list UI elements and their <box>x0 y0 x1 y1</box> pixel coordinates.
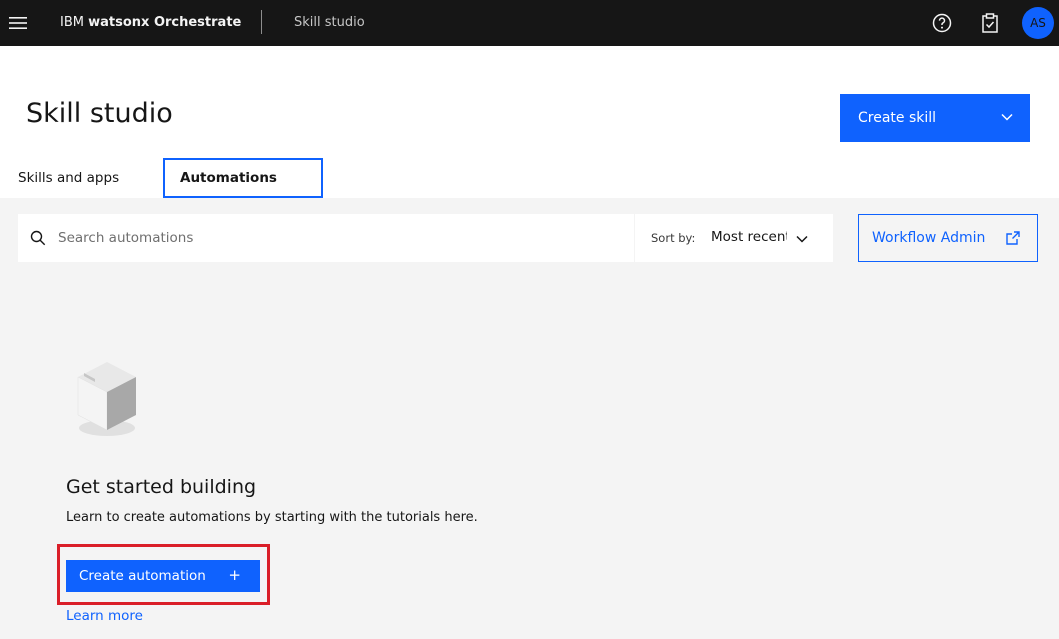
sort-value: Most recent <box>711 229 787 245</box>
empty-state-description: Learn to create automations by starting … <box>66 510 478 525</box>
menu-icon[interactable] <box>0 0 36 46</box>
box-illustration <box>74 360 140 440</box>
tab-skills-and-apps[interactable]: Skills and apps <box>0 158 160 198</box>
user-avatar[interactable]: AS <box>1022 7 1054 39</box>
empty-state-title: Get started building <box>66 476 257 498</box>
learn-more-link[interactable]: Learn more <box>66 608 143 624</box>
sort-dropdown[interactable]: Sort by: Most recent <box>635 214 833 262</box>
chevron-down-icon <box>795 231 809 250</box>
header-divider <box>261 10 262 34</box>
create-automation-label: Create automation <box>79 568 206 584</box>
create-automation-button[interactable]: Create automation + <box>66 560 260 592</box>
plus-icon: + <box>228 566 241 584</box>
create-skill-button[interactable]: Create skill <box>840 94 1030 142</box>
clipboard-check-icon[interactable] <box>974 7 1006 39</box>
chevron-down-icon <box>1000 110 1014 128</box>
page-header: Skill studio Create skill Skills and app… <box>0 46 1059 198</box>
brand-product: watsonx Orchestrate <box>88 15 242 30</box>
brand-ibm: IBM <box>60 15 84 30</box>
tab-automations[interactable]: Automations <box>163 158 323 198</box>
external-link-icon <box>1005 230 1021 250</box>
search-input[interactable]: Search automations <box>18 214 634 262</box>
workflow-admin-button[interactable]: Workflow Admin <box>858 214 1038 262</box>
workflow-admin-label: Workflow Admin <box>872 230 986 246</box>
create-skill-label: Create skill <box>858 110 937 126</box>
search-icon <box>30 230 46 250</box>
product-name[interactable]: IBM watsonx Orchestrate <box>60 0 241 46</box>
breadcrumb: Skill studio <box>294 15 365 30</box>
sort-label: Sort by: <box>651 231 696 245</box>
page-title: Skill studio <box>26 98 173 129</box>
help-icon[interactable] <box>926 7 958 39</box>
search-placeholder: Search automations <box>58 230 194 246</box>
top-navigation-bar: IBM watsonx Orchestrate Skill studio AS <box>0 0 1059 46</box>
